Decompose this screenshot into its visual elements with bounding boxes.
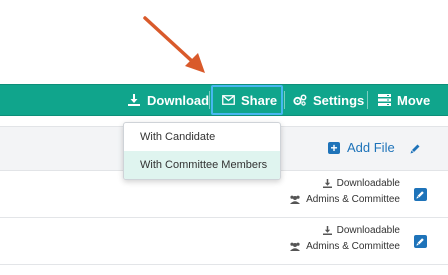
share-with-candidate-option[interactable]: With Candidate — [124, 123, 280, 151]
add-file-button[interactable]: + Add File — [328, 140, 395, 155]
file-visibility-label: Admins & Committee — [306, 194, 400, 205]
envelope-icon — [221, 93, 235, 107]
pencil-icon — [416, 238, 424, 246]
settings-button[interactable]: Settings — [293, 85, 364, 115]
download-label: Download — [147, 92, 210, 108]
server-icon — [377, 93, 391, 107]
pencil-icon — [416, 191, 424, 199]
share-dropdown-menu: With Candidate With Committee Members — [123, 122, 281, 180]
download-icon — [322, 226, 332, 235]
toolbar-divider — [284, 91, 285, 109]
file-toolbar: Download Share Settings Move — [0, 84, 448, 116]
annotation-arrow — [143, 16, 205, 73]
file-visibility: Admins & Committee — [289, 241, 400, 252]
file-status: Downloadable — [322, 225, 400, 236]
gears-icon — [293, 93, 307, 107]
add-file-label: Add File — [347, 140, 395, 155]
file-status: Downloadable — [322, 178, 400, 189]
edit-button[interactable] — [414, 235, 427, 248]
edit-button[interactable] — [414, 188, 427, 201]
move-button[interactable]: Move — [377, 85, 430, 115]
pencil-icon[interactable] — [410, 141, 421, 159]
move-label: Move — [397, 92, 431, 108]
file-row: Downloadable Admins & Committee — [0, 219, 448, 265]
file-status-label: Downloadable — [336, 225, 400, 236]
share-with-committee-option[interactable]: With Committee Members — [124, 151, 280, 179]
users-icon — [290, 195, 301, 204]
toolbar-divider — [209, 91, 210, 109]
share-button[interactable]: Share — [221, 85, 277, 115]
download-icon — [127, 93, 141, 107]
file-visibility: Admins & Committee — [289, 194, 400, 205]
share-label: Share — [241, 92, 278, 108]
file-status-label: Downloadable — [336, 178, 400, 189]
plus-square-icon: + — [328, 141, 340, 154]
users-icon — [290, 242, 301, 251]
download-icon — [322, 179, 332, 188]
settings-label: Settings — [313, 92, 365, 108]
toolbar-divider — [367, 91, 368, 109]
file-visibility-label: Admins & Committee — [306, 241, 400, 252]
download-button[interactable]: Download — [127, 85, 209, 115]
